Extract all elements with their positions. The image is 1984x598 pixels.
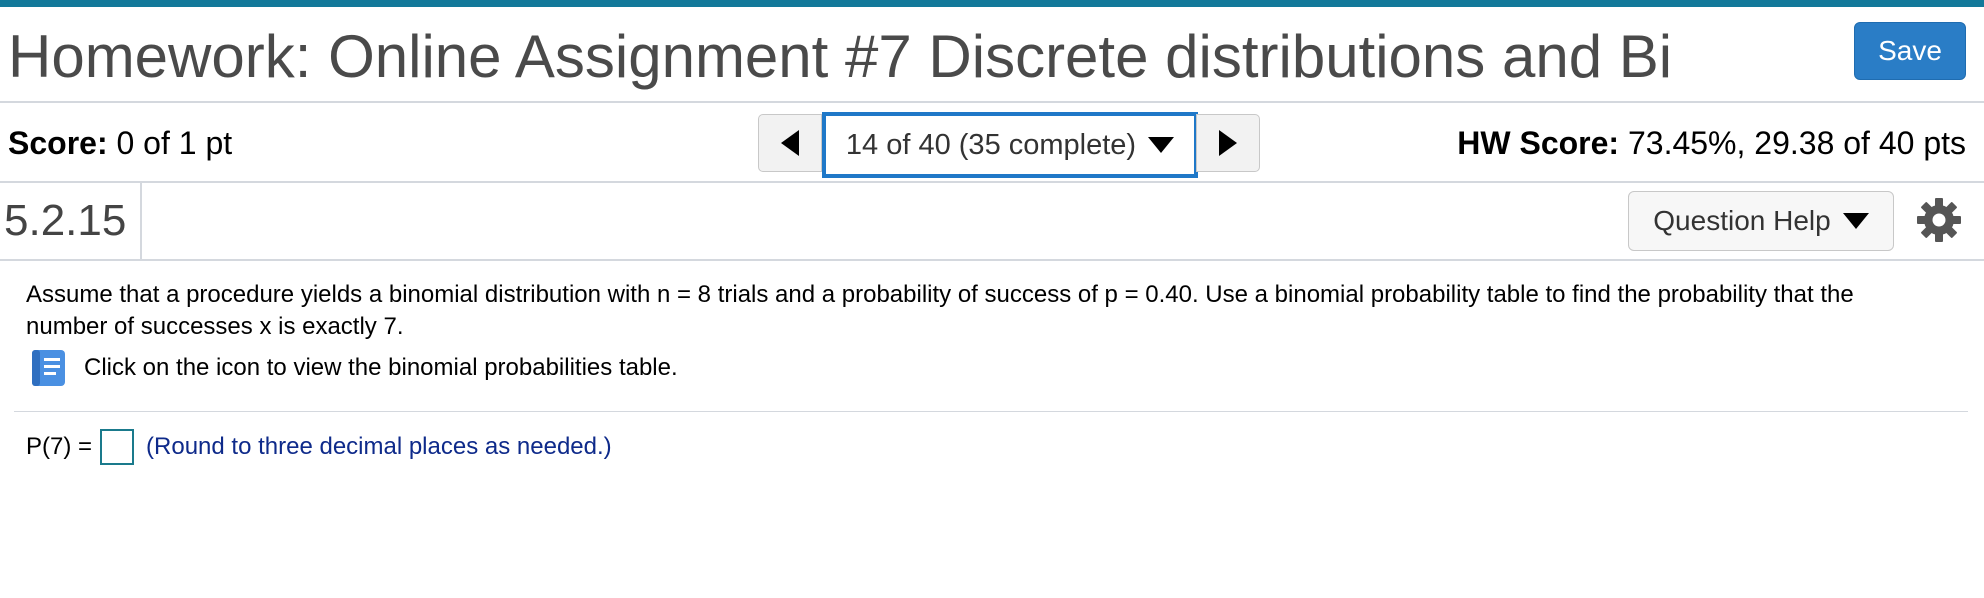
- question-position-label: 14 of 40 (35 complete): [845, 128, 1137, 161]
- content-divider: [14, 411, 1968, 412]
- save-button[interactable]: Save: [1854, 22, 1966, 80]
- previous-question-button[interactable]: [758, 114, 822, 172]
- assignment-header: Homework: Online Assignment #7 Discrete …: [0, 7, 1984, 103]
- question-number-divider: [140, 183, 142, 259]
- score-label: Score:: [8, 125, 108, 161]
- question-help-button[interactable]: Question Help: [1628, 191, 1894, 251]
- chevron-down-icon: [1842, 213, 1869, 229]
- hw-score-value: 73.45%, 29.38 of 40 pts: [1627, 125, 1966, 161]
- score-value: 0 of 1 pt: [116, 125, 233, 161]
- binomial-table-link: Click on the icon to view the binomial p…: [28, 347, 678, 389]
- top-accent-bar: [0, 0, 1984, 7]
- next-question-button[interactable]: [1196, 114, 1260, 172]
- answer-label: P(7) =: [26, 433, 93, 460]
- problem-statement: Assume that a procedure yields a binomia…: [26, 281, 1854, 340]
- gear-icon[interactable]: [1916, 197, 1962, 243]
- hw-score-label: HW Score:: [1457, 125, 1620, 161]
- question-bar: 5.2.15 Question Help: [0, 183, 1984, 261]
- answer-input[interactable]: [100, 429, 135, 465]
- question-help-label: Question Help: [1653, 205, 1831, 236]
- question-number: 5.2.15: [4, 196, 127, 245]
- answer-hint: (Round to three decimal places as needed…: [146, 433, 612, 460]
- question-select-dropdown[interactable]: 14 of 40 (35 complete): [822, 112, 1198, 178]
- triangle-left-icon: [781, 130, 799, 156]
- question-score: Score: 0 of 1 pt: [8, 123, 232, 163]
- answer-row: P(7) = (Round to three decimal places as…: [26, 429, 612, 465]
- book-icon[interactable]: [28, 347, 70, 389]
- binomial-table-link-text: Click on the icon to view the binomial p…: [84, 354, 678, 381]
- assignment-title: Homework: Online Assignment #7 Discrete …: [8, 23, 1673, 90]
- chevron-down-icon: [1148, 137, 1175, 153]
- score-bar: Score: 0 of 1 pt 14 of 40 (35 complete) …: [0, 103, 1984, 183]
- hw-score: HW Score: 73.45%, 29.38 of 40 pts: [1457, 123, 1966, 163]
- triangle-right-icon: [1219, 130, 1237, 156]
